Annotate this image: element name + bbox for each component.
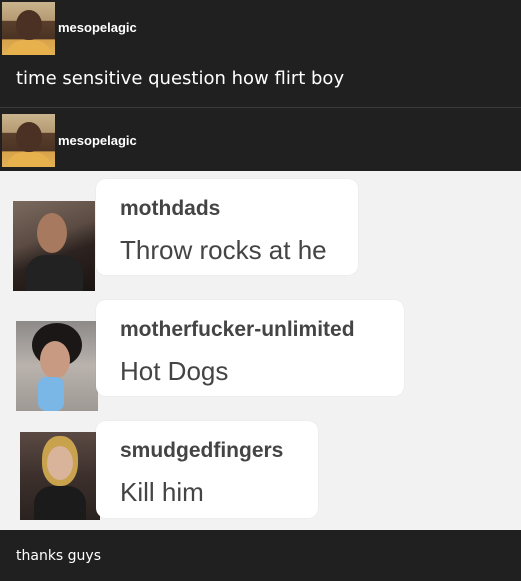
reply-username[interactable]: mothdads: [120, 197, 220, 221]
reply-bubble-2: motherfucker-unlimited Hot Dogs: [96, 300, 404, 396]
reply-message: Kill him: [120, 477, 204, 507]
avatar[interactable]: [16, 321, 98, 411]
reply-username[interactable]: motherfucker-unlimited: [120, 318, 355, 342]
reply-message: Hot Dogs: [120, 356, 229, 386]
footer-text: thanks guys: [16, 548, 102, 564]
reply-username[interactable]: smudgedfingers: [120, 439, 283, 463]
post-username-1[interactable]: mesopelagic: [58, 20, 137, 35]
post-header-2: mesopelagic: [0, 112, 521, 171]
avatar[interactable]: [13, 201, 95, 291]
avatar[interactable]: [20, 432, 100, 520]
reply-message: Throw rocks at he: [120, 235, 327, 265]
avatar[interactable]: [2, 114, 55, 167]
avatar[interactable]: [2, 2, 55, 55]
post-header-1: mesopelagic: [0, 0, 521, 57]
post-text: time sensitive question how flirt boy: [16, 68, 345, 89]
post-username-2[interactable]: mesopelagic: [58, 133, 137, 148]
divider: [0, 107, 521, 108]
post-footer: thanks guys: [0, 530, 521, 581]
reply-bubble-3: smudgedfingers Kill him: [96, 421, 318, 518]
replies-panel: mothdads Throw rocks at he motherfucker-…: [0, 171, 521, 530]
reply-bubble-1: mothdads Throw rocks at he: [96, 179, 358, 275]
